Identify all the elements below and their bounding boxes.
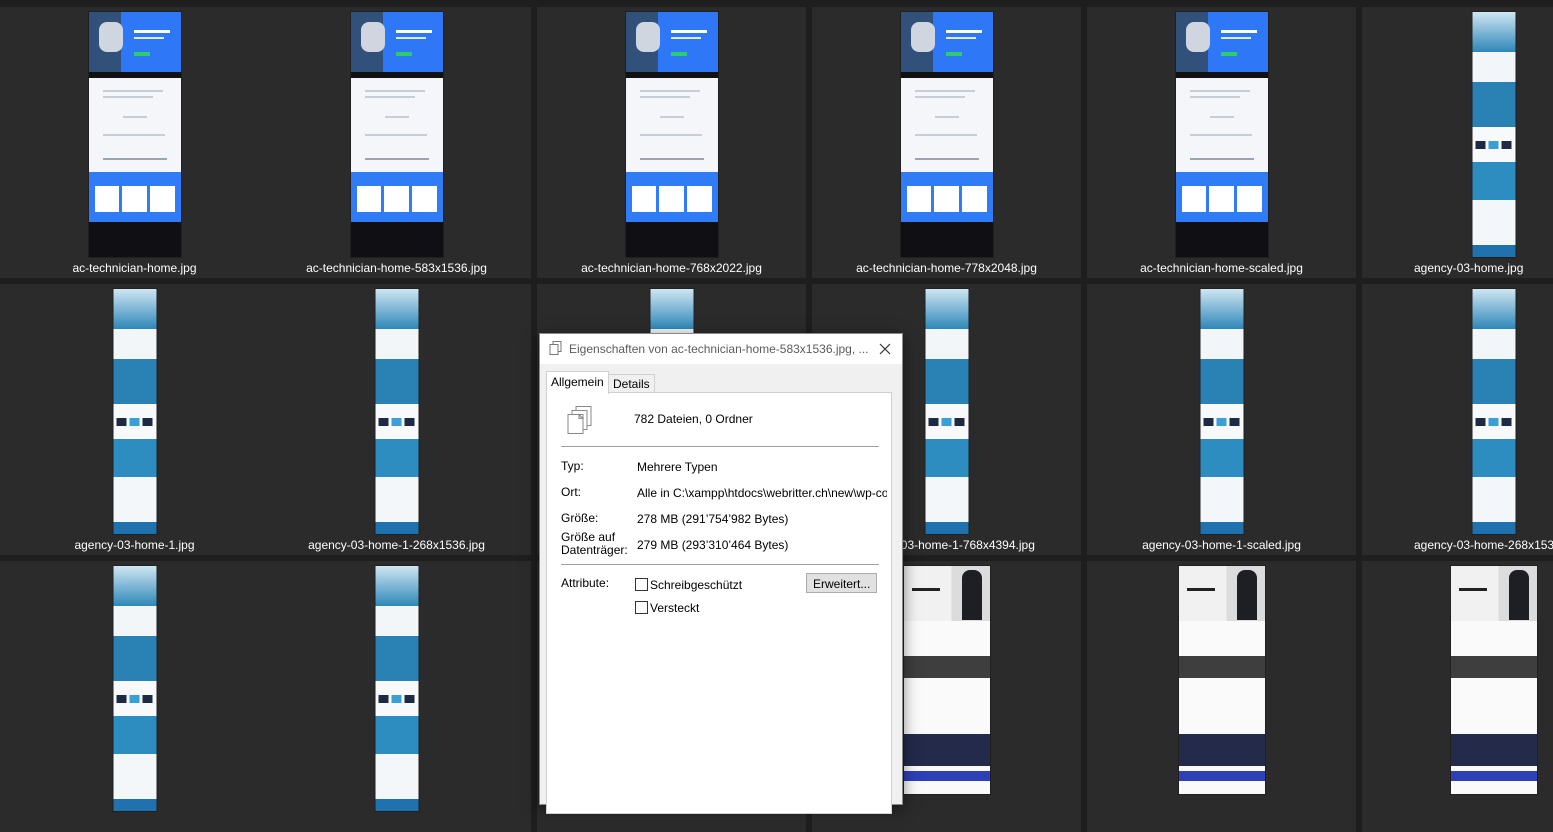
dialog-title: Eigenschaften von ac-technician-home-583… xyxy=(569,342,869,356)
file-thumbnail xyxy=(1178,566,1265,794)
hidden-label: Versteckt xyxy=(650,601,700,615)
close-icon xyxy=(879,343,891,355)
file-thumbnail xyxy=(1175,12,1268,257)
file-name: ac-technician-home.jpg xyxy=(72,261,197,275)
file-name: agency-03-home-1-268x1536.jpg xyxy=(308,538,485,552)
file-tile[interactable]: ac-technician-home-778x2048.jpg xyxy=(812,7,1081,278)
file-tile[interactable]: ac-technician-home-583x1536.jpg xyxy=(262,7,531,278)
type-label: Typ: xyxy=(561,459,584,473)
file-tile[interactable]: agency-03-home-1.jpg xyxy=(0,284,269,555)
multiple-files-icon xyxy=(567,406,592,434)
file-tile[interactable] xyxy=(1362,561,1553,832)
file-thumbnail xyxy=(375,566,418,811)
size-label: Größe: xyxy=(561,511,599,525)
file-thumbnail xyxy=(900,12,993,257)
file-name: agency-03-home-1-scaled.jpg xyxy=(1142,538,1301,552)
file-thumbnail xyxy=(1472,289,1516,534)
file-thumbnail xyxy=(375,289,418,534)
file-thumbnail xyxy=(1451,566,1537,794)
file-thumbnail xyxy=(1472,12,1516,257)
file-tile[interactable]: ac-technician-home-768x2022.jpg xyxy=(537,7,806,278)
size-value: 278 MB (291’754’982 Bytes) xyxy=(637,512,789,526)
type-value: Mehrere Typen xyxy=(637,460,718,474)
file-name: ac-technician-home-768x2022.jpg xyxy=(581,261,762,275)
file-thumbnail xyxy=(88,12,181,257)
tab-allgemein[interactable]: Allgemein xyxy=(546,371,609,394)
file-tile[interactable] xyxy=(262,561,531,832)
file-tile[interactable]: agency-03-home.jpg xyxy=(1362,7,1553,278)
close-button[interactable] xyxy=(868,334,902,364)
file-thumbnail xyxy=(903,566,990,794)
file-name: ac-technician-home-scaled.jpg xyxy=(1140,261,1303,275)
copy-files-icon xyxy=(549,341,562,355)
file-name: ac-technician-home-583x1536.jpg xyxy=(306,261,487,275)
file-thumbnail xyxy=(350,12,443,257)
selection-summary: 782 Dateien, 0 Ordner xyxy=(634,412,753,426)
file-name: agency-03-home-268x153 xyxy=(1414,538,1553,552)
file-tile[interactable]: agency-03-home-268x153 xyxy=(1362,284,1553,555)
advanced-button[interactable]: Erweitert... xyxy=(806,573,877,593)
location-label: Ort: xyxy=(561,485,581,499)
file-thumbnail xyxy=(1200,289,1243,534)
location-value: Alle in C:\xampp\htdocs\webritter.ch\new… xyxy=(637,486,887,500)
properties-dialog: Eigenschaften von ac-technician-home-583… xyxy=(539,333,903,814)
file-tile[interactable]: ac-technician-home.jpg xyxy=(0,7,269,278)
attributes-label: Attribute: xyxy=(561,576,610,590)
file-tile[interactable]: ac-technician-home-scaled.jpg xyxy=(1087,7,1356,278)
file-tile[interactable] xyxy=(0,561,269,832)
file-thumbnail xyxy=(925,289,968,534)
file-tile[interactable]: agency-03-home-1-268x1536.jpg xyxy=(262,284,531,555)
file-thumbnail xyxy=(113,289,156,534)
readonly-checkbox[interactable] xyxy=(635,578,648,591)
file-tile[interactable]: agency-03-home-1-scaled.jpg xyxy=(1087,284,1356,555)
file-tile[interactable] xyxy=(1087,561,1356,832)
readonly-label: Schreibgeschützt xyxy=(650,578,743,592)
file-thumbnail xyxy=(625,12,718,257)
hidden-checkbox[interactable] xyxy=(635,601,648,614)
file-name: agency-03-home-1.jpg xyxy=(74,538,195,552)
dialog-titlebar[interactable]: Eigenschaften von ac-technician-home-583… xyxy=(540,334,902,364)
divider xyxy=(561,446,879,447)
file-name: ac-technician-home-778x2048.jpg xyxy=(856,261,1037,275)
general-panel: 782 Dateien, 0 Ordner Typ: Mehrere Typen… xyxy=(546,392,892,814)
disk-size-label-line2: Datenträger: xyxy=(561,543,628,557)
file-name: agency-03-home.jpg xyxy=(1414,261,1524,275)
disk-size-value: 279 MB (293’310’464 Bytes) xyxy=(637,538,789,552)
divider xyxy=(561,564,879,565)
tab-details[interactable]: Details xyxy=(608,374,655,393)
file-thumbnail xyxy=(113,566,156,811)
